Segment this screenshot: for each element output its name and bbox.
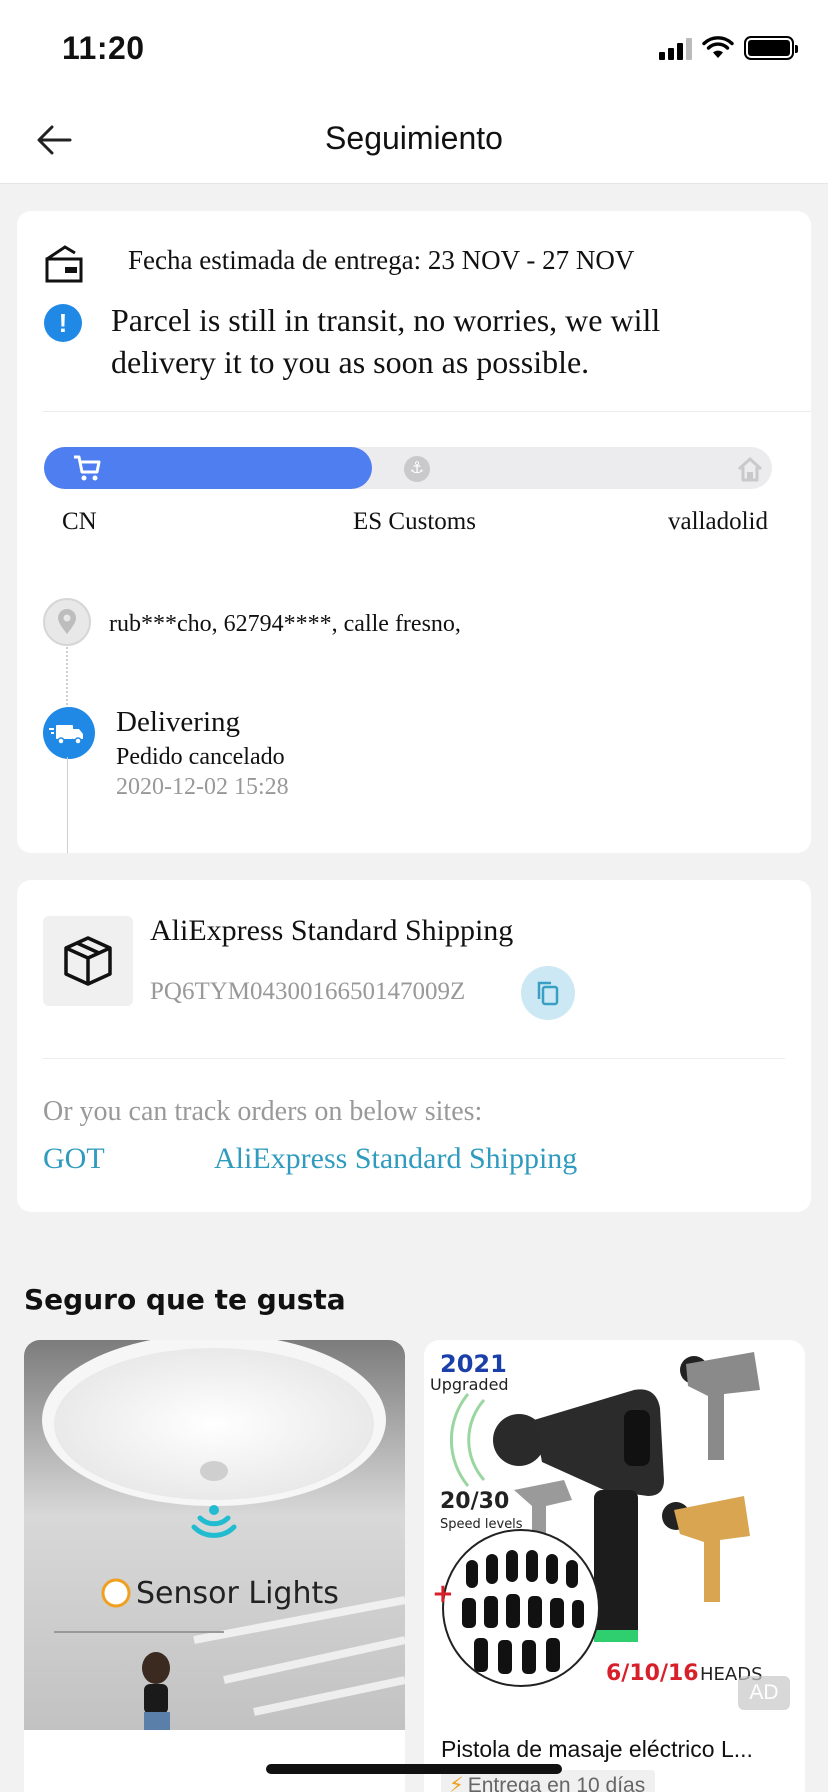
stage-customs: ES Customs bbox=[353, 508, 476, 535]
event-title: Delivering bbox=[116, 706, 241, 738]
home-icon bbox=[737, 457, 763, 482]
tracking-card: Fecha estimada de entrega: 23 NOV - 27 N… bbox=[17, 211, 811, 853]
transit-notice: Parcel is still in transit, no worries, … bbox=[111, 302, 661, 380]
delivery-address: rub***cho, 62794****, calle fresno, bbox=[109, 611, 461, 637]
divider bbox=[43, 1058, 785, 1059]
carrier-name: AliExpress Standard Shipping bbox=[150, 914, 514, 947]
anchor-icon: ⚓ bbox=[404, 456, 430, 482]
copy-button[interactable] bbox=[521, 966, 575, 1020]
shipping-progress-bar: ⚓ bbox=[44, 447, 772, 489]
tracking-number: PQ6TYM0430016650147009Z bbox=[150, 978, 466, 1005]
battery-icon bbox=[744, 36, 798, 60]
event-subtitle: Pedido cancelado bbox=[116, 744, 285, 770]
status-icons bbox=[659, 36, 798, 60]
truck-icon bbox=[43, 707, 95, 759]
product-title: Pistola de masaje eléctrico L... bbox=[441, 1736, 753, 1762]
stage-destination: valladolid bbox=[668, 508, 768, 535]
location-pin-icon bbox=[43, 598, 91, 646]
estimated-delivery: Fecha estimada de entrega: 23 NOV - 27 N… bbox=[128, 245, 635, 275]
shipping-card: AliExpress Standard Shipping PQ6TYM04300… bbox=[17, 880, 811, 1212]
track-sites-hint: Or you can track orders on below sites: bbox=[43, 1096, 483, 1127]
event-time: 2020-12-02 15:28 bbox=[116, 774, 289, 800]
massage-gun-product-image: 2021 Upgraded 20/30 Speed levels + 6/10/… bbox=[424, 1340, 805, 1730]
package-icon bbox=[64, 936, 112, 986]
signal-icon bbox=[659, 36, 692, 60]
info-icon: ! bbox=[44, 304, 82, 342]
product-card-massage-gun[interactable]: 2021 Upgraded 20/30 Speed levels + 6/10/… bbox=[424, 1340, 805, 1792]
site-link-got[interactable]: GOT bbox=[43, 1142, 105, 1176]
timeline-connector bbox=[66, 647, 68, 709]
svg-text:6/10/16: 6/10/16 bbox=[606, 1661, 699, 1686]
cart-icon bbox=[74, 455, 101, 481]
ad-badge: AD bbox=[738, 1676, 790, 1710]
svg-text:2021: 2021 bbox=[440, 1350, 507, 1378]
status-time: 11:20 bbox=[62, 30, 145, 66]
page-title: Seguimiento bbox=[325, 120, 503, 156]
site-link-aliexpress[interactable]: AliExpress Standard Shipping bbox=[214, 1142, 577, 1176]
sensor-light-product-image: Sensor Lights bbox=[24, 1340, 405, 1730]
status-bar: 11:20 bbox=[0, 0, 828, 96]
copy-icon bbox=[537, 981, 559, 1006]
svg-text:20/30: 20/30 bbox=[440, 1489, 509, 1514]
svg-text:Upgraded: Upgraded bbox=[430, 1375, 509, 1394]
nav-bar: Seguimiento bbox=[0, 96, 828, 184]
delivery-box-icon bbox=[45, 245, 83, 283]
home-indicator[interactable] bbox=[266, 1764, 562, 1774]
product-card-sensor-light[interactable]: Sensor Lights bbox=[24, 1340, 405, 1792]
divider bbox=[43, 411, 811, 412]
delivery-badge-text: Entrega en 10 días bbox=[467, 1774, 646, 1792]
svg-text:Sensor Lights: Sensor Lights bbox=[136, 1576, 339, 1611]
package-thumbnail bbox=[43, 916, 133, 1006]
stage-origin: CN bbox=[62, 508, 97, 535]
recommendations-title: Seguro que te gusta bbox=[24, 1283, 346, 1316]
timeline-line bbox=[67, 757, 68, 853]
fast-delivery-icon: ⚡ bbox=[449, 1774, 464, 1792]
svg-text:+: + bbox=[432, 1579, 454, 1609]
wifi-icon bbox=[702, 36, 734, 58]
